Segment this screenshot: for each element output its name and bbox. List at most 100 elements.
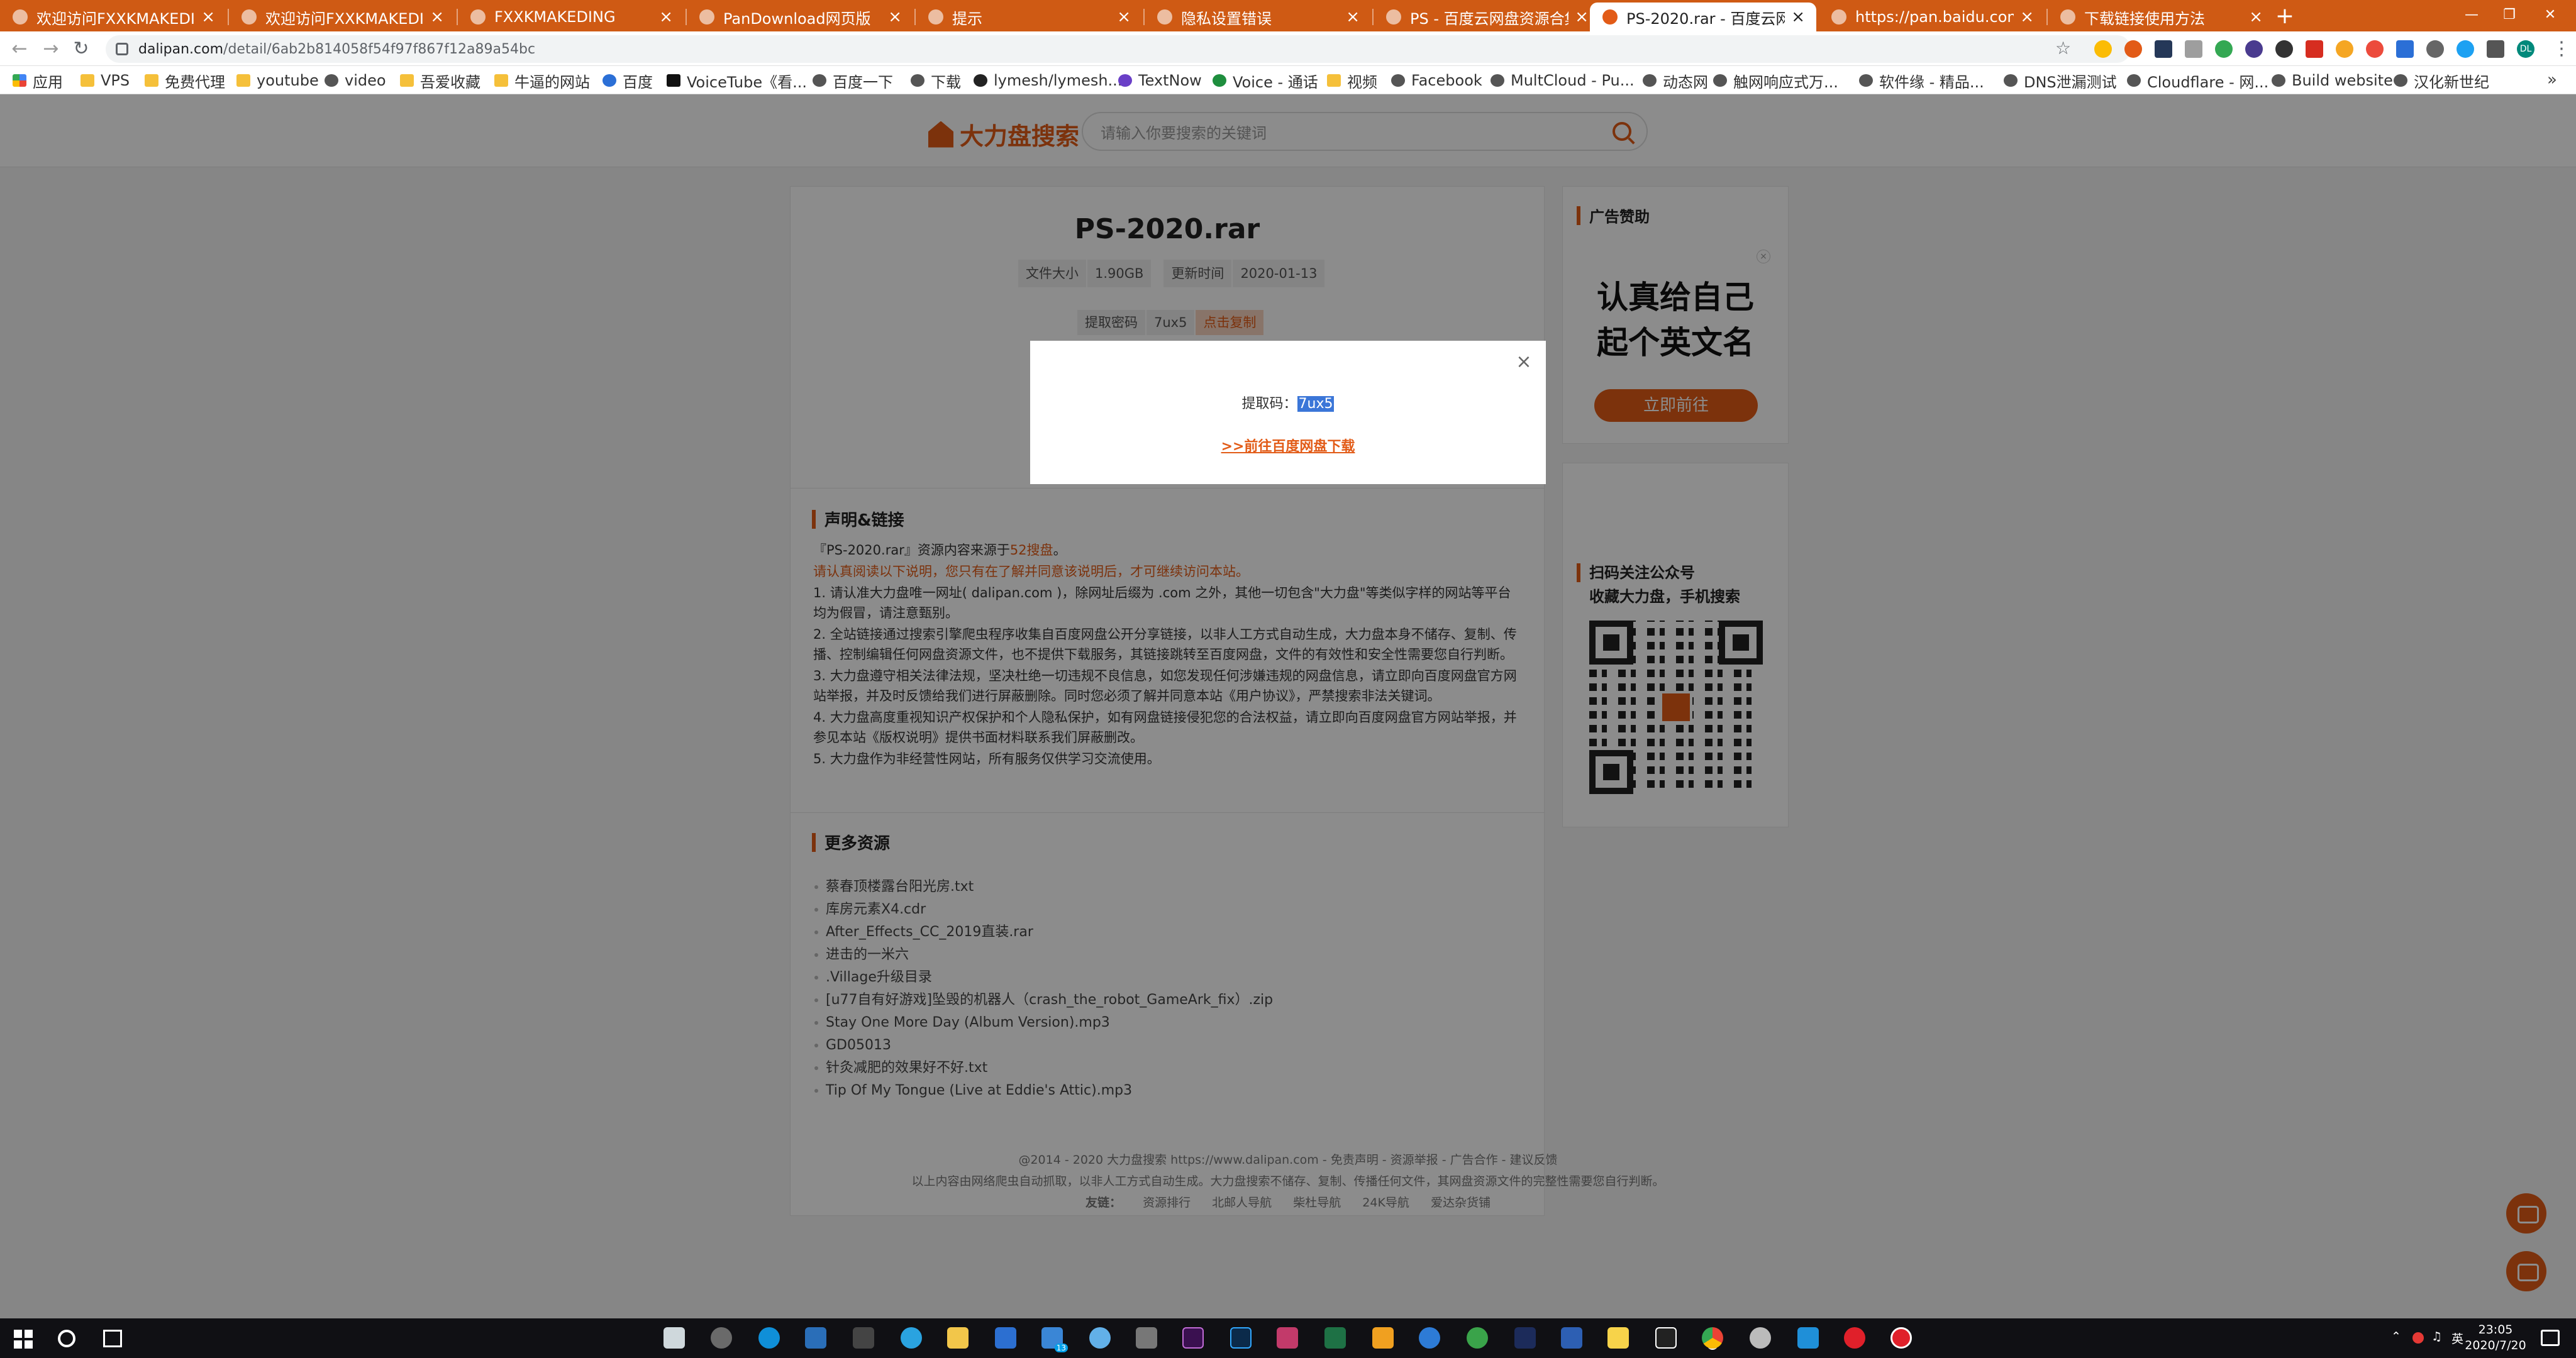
bookmark-item[interactable]: video xyxy=(325,70,386,91)
bookmark-item[interactable]: 软件缘 - 精品... xyxy=(1859,70,1984,91)
app-icon[interactable] xyxy=(1277,1327,1298,1349)
notification-icon[interactable] xyxy=(2541,1330,2560,1346)
close-tab-icon[interactable]: × xyxy=(201,8,215,26)
close-tab-icon[interactable]: × xyxy=(1117,8,1131,26)
bookmark-item[interactable]: 百度一下 xyxy=(813,70,893,91)
bookmark-apps[interactable]: 应用 xyxy=(13,70,63,91)
windows-start-icon[interactable] xyxy=(14,1330,33,1349)
bookmark-item[interactable]: Facebook xyxy=(1391,70,1482,91)
browser-tab[interactable]: https://pan.baidu.com/s/1 × xyxy=(1819,3,2045,31)
bookmark-item[interactable]: VoiceTube《看... xyxy=(667,70,807,91)
close-tab-icon[interactable]: × xyxy=(1575,8,1589,26)
app-icon[interactable] xyxy=(711,1327,732,1349)
bookmark-item[interactable]: 免费代理 xyxy=(145,70,225,91)
bookmark-item[interactable]: 视频 xyxy=(1327,70,1377,91)
forward-icon[interactable]: → xyxy=(38,36,64,63)
app-icon[interactable] xyxy=(1419,1327,1440,1349)
browser-tab-active[interactable]: PS-2020.rar - 百度云网盘 × xyxy=(1590,3,1816,31)
browser-tab[interactable]: PanDownload网页版 × xyxy=(687,3,913,31)
extension-icon[interactable] xyxy=(2185,40,2202,58)
app-icon[interactable] xyxy=(1655,1327,1677,1349)
close-tab-icon[interactable]: × xyxy=(2249,8,2263,26)
browser-tab[interactable]: PS - 百度云网盘资源合集 × xyxy=(1374,3,1600,31)
close-tab-icon[interactable]: × xyxy=(1346,8,1360,26)
app-icon[interactable] xyxy=(1797,1327,1819,1349)
bookmark-item[interactable]: DNS泄漏测试 xyxy=(2004,70,2117,91)
extension-icon[interactable] xyxy=(2336,40,2353,58)
bookmark-item[interactable]: 百度 xyxy=(602,70,653,91)
back-icon[interactable]: ← xyxy=(6,36,33,63)
close-icon[interactable]: × xyxy=(1514,353,1533,372)
close-tab-icon[interactable]: × xyxy=(2020,8,2034,26)
puzzle-icon[interactable] xyxy=(2487,40,2504,58)
browser-tab[interactable]: 隐私设置错误 × xyxy=(1145,3,1371,31)
tray-app-icon[interactable] xyxy=(2412,1332,2424,1344)
volume-icon[interactable]: ♫ xyxy=(2431,1330,2442,1344)
store-icon[interactable] xyxy=(995,1327,1016,1349)
extension-icon[interactable] xyxy=(2396,40,2414,58)
app-icon[interactable] xyxy=(1467,1327,1488,1349)
close-tab-icon[interactable]: × xyxy=(430,8,444,26)
browser-tab[interactable]: 欢迎访问FXXKMAKEDING × xyxy=(229,3,455,31)
extension-icon[interactable] xyxy=(2094,40,2112,58)
browser-tab[interactable]: 下载链接使用方法 × xyxy=(2048,3,2274,31)
bookmark-item[interactable]: lymesh/lymesh.... xyxy=(974,70,1127,91)
extension-icon[interactable] xyxy=(2306,40,2323,58)
file-explorer-icon[interactable] xyxy=(947,1327,969,1349)
browser-tab[interactable]: 提示 × xyxy=(916,3,1142,31)
mail-icon[interactable]: 13 xyxy=(1041,1327,1068,1352)
bookmark-item[interactable]: VPS xyxy=(80,70,130,91)
modal-overlay[interactable] xyxy=(0,94,2576,1318)
app-icon[interactable] xyxy=(1514,1327,1536,1349)
extension-icon[interactable] xyxy=(2124,40,2142,58)
close-window-icon[interactable]: ✕ xyxy=(2531,3,2569,28)
app-icon[interactable] xyxy=(1089,1327,1111,1349)
bookmark-item[interactable]: youtube xyxy=(236,70,319,91)
record-icon[interactable] xyxy=(1890,1327,1912,1349)
bookmark-item[interactable]: 下载 xyxy=(911,70,961,91)
bookmark-item[interactable]: 吾爱收藏 xyxy=(400,70,480,91)
extension-icon[interactable] xyxy=(2275,40,2293,58)
photoshop-icon[interactable] xyxy=(1230,1327,1252,1349)
extension-icon[interactable] xyxy=(2245,40,2263,58)
extension-icon[interactable] xyxy=(2155,40,2172,58)
new-tab-button[interactable]: + xyxy=(2270,3,2299,31)
app-icon[interactable] xyxy=(1607,1327,1629,1349)
extension-icon[interactable] xyxy=(2426,40,2444,58)
bookmark-item[interactable]: 汉化新世纪 xyxy=(2394,70,2489,91)
go-to-baidu-link[interactable]: >>前往百度网盘下载 xyxy=(1030,435,1546,455)
edge-icon[interactable] xyxy=(758,1327,780,1349)
close-tab-icon[interactable]: × xyxy=(1791,8,1805,26)
menu-icon[interactable]: ⋮ xyxy=(2548,36,2575,63)
dialog-code-value[interactable]: 7ux5 xyxy=(1297,396,1335,412)
system-clock[interactable]: 23:05 2020/7/20 xyxy=(2458,1322,2533,1354)
excel-icon[interactable] xyxy=(1324,1327,1346,1349)
premiere-icon[interactable] xyxy=(1182,1327,1204,1349)
bookmark-item[interactable]: Build website xyxy=(2272,70,2393,91)
telegram-icon[interactable] xyxy=(901,1327,922,1349)
tray-chevron-icon[interactable]: ⌃ xyxy=(2391,1330,2401,1344)
address-bar[interactable]: dalipan.com/detail/6ab2b814058f54f97f867… xyxy=(106,35,2131,63)
app-icon[interactable] xyxy=(1372,1327,1394,1349)
app-icon[interactable] xyxy=(1136,1327,1157,1349)
bookmark-item[interactable]: Voice - 通话 xyxy=(1213,70,1318,91)
bookmark-item[interactable]: Cloudflare - 网... xyxy=(2127,70,2268,91)
close-tab-icon[interactable]: × xyxy=(888,8,902,26)
app-icon[interactable] xyxy=(805,1327,826,1349)
shield-icon[interactable] xyxy=(1561,1327,1582,1349)
close-tab-icon[interactable]: × xyxy=(659,8,673,26)
bookmark-item[interactable]: 动态网 xyxy=(1643,70,1708,91)
bookmark-item[interactable]: TextNow xyxy=(1118,70,1202,91)
browser-tab[interactable]: FXXKMAKEDING × xyxy=(458,3,684,31)
bookmark-item[interactable]: MultCloud - Pu... xyxy=(1491,70,1635,91)
netease-music-icon[interactable] xyxy=(1844,1327,1865,1349)
reload-icon[interactable]: ↻ xyxy=(68,36,94,63)
app-icon[interactable] xyxy=(853,1327,874,1349)
minimize-icon[interactable]: — xyxy=(2453,3,2490,28)
extension-icon[interactable] xyxy=(2457,40,2474,58)
restore-icon[interactable]: ❐ xyxy=(2490,3,2528,28)
bookmark-item[interactable]: 牛逼的网站 xyxy=(494,70,590,91)
more-bookmarks-icon[interactable]: » xyxy=(2547,70,2557,89)
chrome-icon[interactable] xyxy=(1702,1327,1723,1349)
search-circle-icon[interactable] xyxy=(58,1330,75,1347)
